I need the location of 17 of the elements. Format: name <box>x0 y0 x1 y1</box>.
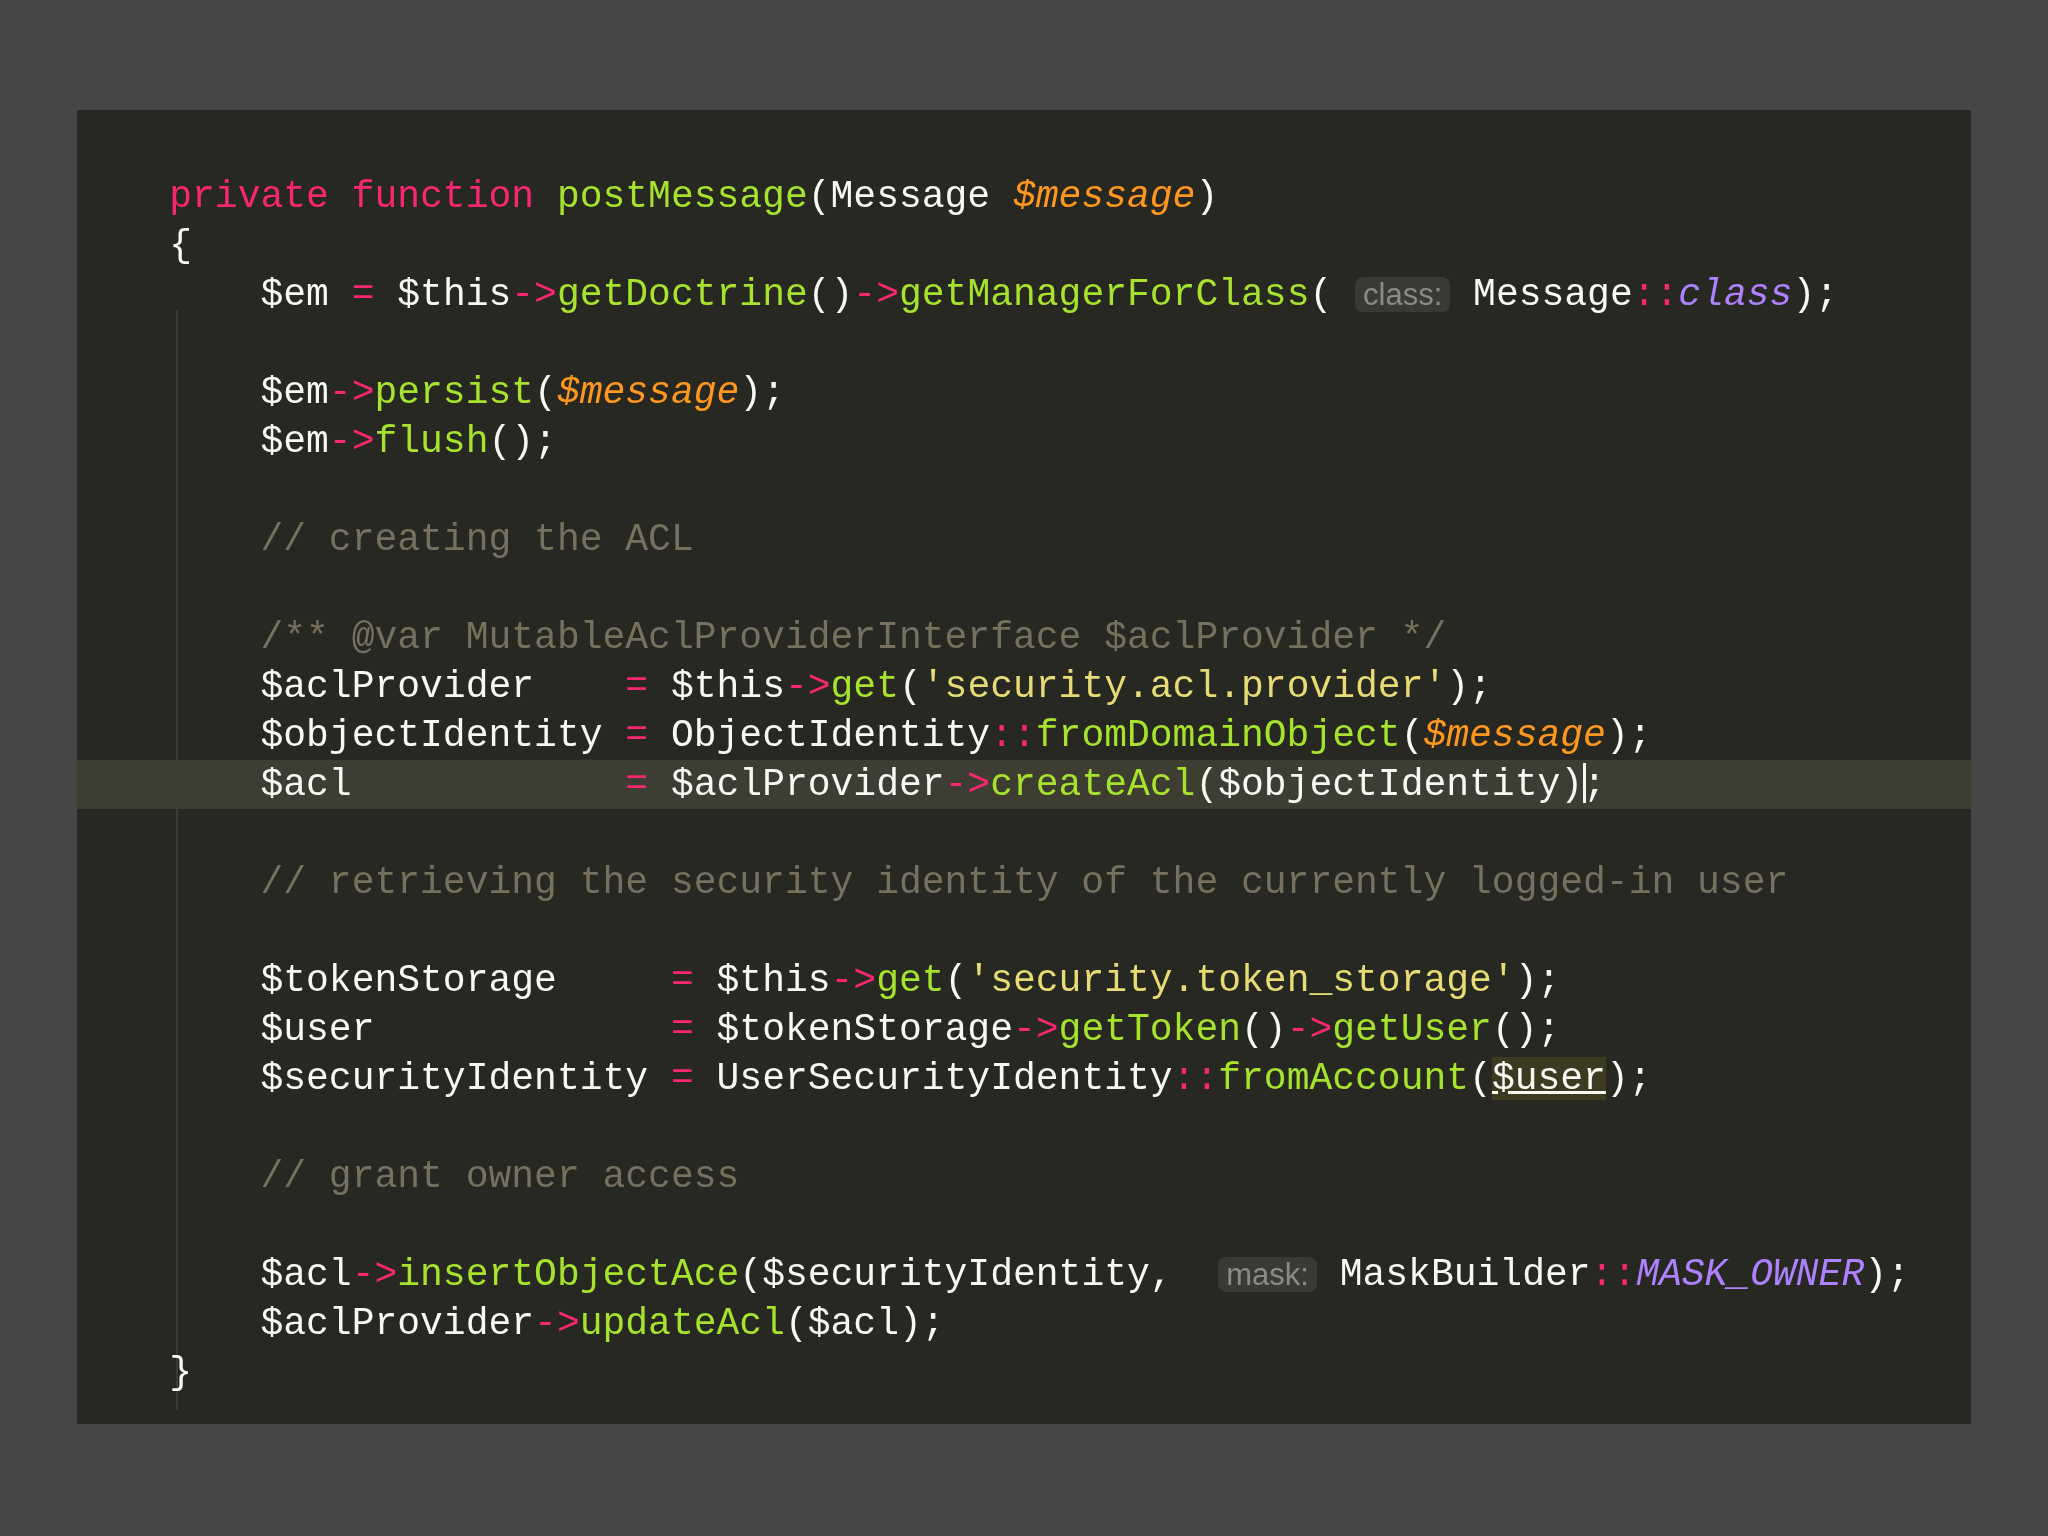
code-line: // retrieving the security identity of the currently logged-in user <box>259 860 1790 906</box>
code-line: } <box>168 1350 194 1396</box>
code-line: // creating the ACL <box>259 517 695 563</box>
code-line: $objectIdentity = ObjectIdentity::fromDomainObject($message); <box>259 713 1653 759</box>
code-line: { <box>168 223 194 269</box>
code-line: /** @var MutableAclProviderInterface $aclProvider */ <box>259 615 1448 661</box>
code-line: $acl->insertObjectAce($securityIdentity, mask: MaskBuilder::MASK_OWNER); <box>259 1252 1911 1298</box>
code-line: $em->persist($message); <box>259 370 786 416</box>
code-line: $em->flush(); <box>259 419 558 465</box>
code-line: // grant owner access <box>259 1154 741 1200</box>
code-line: $securityIdentity = UserSecurityIdentity::fromAccount($user); <box>259 1056 1653 1102</box>
code-line: $user = $tokenStorage->getToken()->getUser(); <box>259 1007 1562 1053</box>
code-line: private function postMessage(Message $message) <box>168 174 1220 220</box>
code-line: $aclProvider->updateAcl($acl); <box>259 1301 946 1347</box>
code-line: $em = $this->getDoctrine()->getManagerForClass( class: Message::class); <box>259 272 1839 318</box>
code-line: $tokenStorage = $this->get('security.token_storage'); <box>259 958 1562 1004</box>
code-line: $aclProvider = $this->get('security.acl.provider'); <box>259 664 1493 710</box>
